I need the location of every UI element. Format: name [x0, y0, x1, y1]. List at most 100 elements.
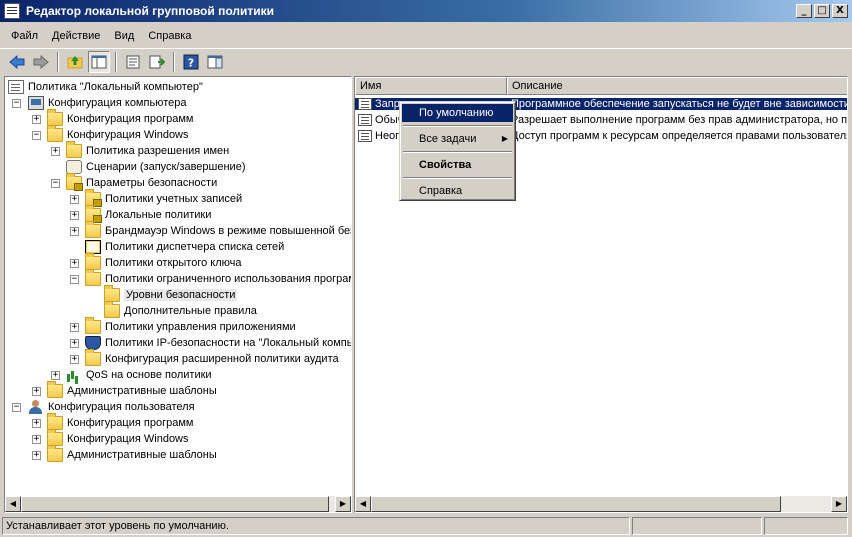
collapse-toggle[interactable]: − [51, 179, 60, 188]
expand-toggle[interactable]: + [70, 195, 79, 204]
scroll-right-button[interactable]: ▶ [831, 496, 847, 512]
list-horizontal-scrollbar[interactable]: ◀ ▶ [355, 496, 847, 512]
collapse-toggle[interactable]: − [70, 275, 79, 284]
column-header-name[interactable]: Имя [355, 77, 507, 95]
expand-toggle[interactable]: + [70, 339, 79, 348]
collapse-toggle[interactable]: − [12, 99, 21, 108]
tree-node-app-control-policies[interactable]: Политики управления приложениями [85, 317, 296, 335]
maximize-button[interactable]: □ [814, 4, 830, 18]
tree-node-user-windows-settings[interactable]: Конфигурация Windows [47, 429, 189, 447]
expand-toggle[interactable]: + [70, 227, 79, 236]
show-hide-tree-button[interactable] [88, 50, 110, 73]
help-button[interactable]: ? [180, 51, 202, 73]
tree-node-user-admin-templates[interactable]: Административные шаблоны [47, 445, 217, 463]
menu-help[interactable]: Справка [141, 28, 198, 44]
scroll-right-button[interactable]: ▶ [335, 496, 351, 512]
tree-node-admin-templates[interactable]: Административные шаблоны [47, 381, 217, 399]
properties-button[interactable] [122, 51, 144, 73]
computer-icon [28, 96, 44, 110]
expand-toggle[interactable]: + [51, 147, 60, 156]
tree-node-label: Параметры безопасности [86, 177, 218, 189]
back-button[interactable] [6, 51, 28, 73]
menu-item-set-default[interactable]: По умолчанию [402, 104, 513, 122]
expand-toggle[interactable]: + [32, 419, 41, 428]
expand-toggle[interactable]: + [32, 451, 41, 460]
folder-icon [104, 301, 120, 318]
folder-icon [47, 445, 63, 462]
expand-toggle[interactable]: + [70, 355, 79, 364]
close-button[interactable]: X [832, 4, 848, 18]
column-header-description[interactable]: Описание [507, 77, 847, 95]
tree-node-software-restriction[interactable]: Политики ограниченного использования про… [85, 269, 351, 287]
status-panel [764, 517, 848, 535]
tree-node-advanced-audit[interactable]: Конфигурация расширенной политики аудита [85, 349, 339, 367]
tree-node-label: Административные шаблоны [67, 385, 217, 397]
minimize-button[interactable]: _ [796, 4, 812, 18]
tree-node-local-computer-policy[interactable]: Политика "Локальный компьютер" [8, 79, 203, 95]
menu-item-help[interactable]: Справка [402, 182, 513, 200]
expand-toggle[interactable]: + [32, 387, 41, 396]
console-tree[interactable]: Политика "Локальный компьютер" − Конфигу… [4, 76, 352, 513]
scroll-thumb[interactable] [371, 496, 781, 512]
window-title: Редактор локальной групповой политики [26, 4, 274, 18]
forward-button[interactable] [30, 51, 52, 73]
action-pane-icon [207, 55, 223, 68]
help-icon: ? [183, 54, 199, 69]
menu-action[interactable]: Действие [45, 28, 107, 44]
submenu-arrow-icon: ▶ [501, 134, 508, 143]
menu-item-properties[interactable]: Свойства [402, 156, 513, 174]
tree-node-software-settings[interactable]: Конфигурация программ [47, 109, 194, 127]
tree-node-security-levels[interactable]: Уровни безопасности [104, 285, 238, 303]
scroll-icon [66, 160, 82, 174]
tree-node-name-resolution-policy[interactable]: Политика разрешения имен [66, 141, 229, 159]
expand-toggle[interactable]: + [32, 115, 41, 124]
tree-node-firewall[interactable]: Брандмауэр Windows в режиме повышенной б… [85, 221, 351, 239]
scroll-left-button[interactable]: ◀ [355, 496, 371, 512]
menu-view[interactable]: Вид [107, 28, 141, 44]
tree-node-local-policies[interactable]: Локальные политики [85, 205, 211, 223]
tree-node-label: Конфигурация компьютера [48, 97, 187, 109]
tree-node-label: Политики управления приложениями [105, 321, 296, 333]
up-one-level-button[interactable] [64, 51, 86, 73]
folder-icon [85, 240, 101, 254]
tree-node-qos[interactable]: QoS на основе политики [66, 367, 212, 383]
console-tree-icon [91, 55, 107, 68]
scroll-left-button[interactable]: ◀ [5, 496, 21, 512]
menu-separator [403, 125, 512, 127]
security-level-icon [358, 114, 372, 126]
expand-toggle[interactable]: + [51, 371, 60, 380]
tree-node-additional-rules[interactable]: Дополнительные правила [104, 301, 257, 319]
title-bar[interactable]: Редактор локальной групповой политики _ … [0, 0, 852, 22]
export-list-button[interactable] [146, 51, 168, 73]
tree-horizontal-scrollbar[interactable]: ◀ ▶ [5, 496, 351, 512]
tree-node-label: Уровни безопасности [124, 289, 238, 301]
export-list-icon [149, 55, 165, 68]
tree-node-label: Конфигурация программ [67, 113, 194, 125]
tree-node-user-software-settings[interactable]: Конфигурация программ [47, 413, 193, 431]
tree-node-label: Политики IP-безопасности на "Локальный к… [105, 337, 352, 349]
user-icon [28, 400, 44, 414]
tree-node-label: Конфигурация Windows [67, 433, 189, 445]
expand-toggle[interactable]: + [32, 435, 41, 444]
tree-node-scripts[interactable]: Сценарии (запуск/завершение) [66, 159, 245, 175]
toolbar: ? [0, 48, 852, 74]
expand-toggle[interactable]: + [70, 211, 79, 220]
collapse-toggle[interactable]: − [12, 403, 21, 412]
tree-node-account-policies[interactable]: Политики учетных записей [85, 189, 242, 207]
tree-node-label: Сценарии (запуск/завершение) [86, 161, 246, 173]
tree-node-public-key-policies[interactable]: Политики открытого ключа [85, 253, 241, 271]
menu-file[interactable]: Файл [4, 28, 45, 44]
lock-folder-icon [85, 189, 102, 207]
tree-node-ip-security-policies[interactable]: Политики IP-безопасности на "Локальный к… [85, 335, 352, 351]
expand-toggle[interactable]: + [70, 323, 79, 332]
tree-node-network-list-manager[interactable]: Политики диспетчера списка сетей [85, 239, 284, 255]
folder-up-icon [67, 55, 83, 68]
show-action-pane-button[interactable] [204, 51, 226, 73]
collapse-toggle[interactable]: − [32, 131, 41, 140]
menu-item-all-tasks[interactable]: Все задачи ▶ [402, 130, 513, 148]
tree-node-label: Конфигурация расширенной политики аудита [105, 353, 339, 365]
tree-node-label: QoS на основе политики [86, 369, 212, 381]
status-text: Устанавливает этот уровень по умолчанию. [2, 517, 630, 535]
expand-toggle[interactable]: + [70, 259, 79, 268]
scroll-thumb[interactable] [21, 496, 329, 512]
